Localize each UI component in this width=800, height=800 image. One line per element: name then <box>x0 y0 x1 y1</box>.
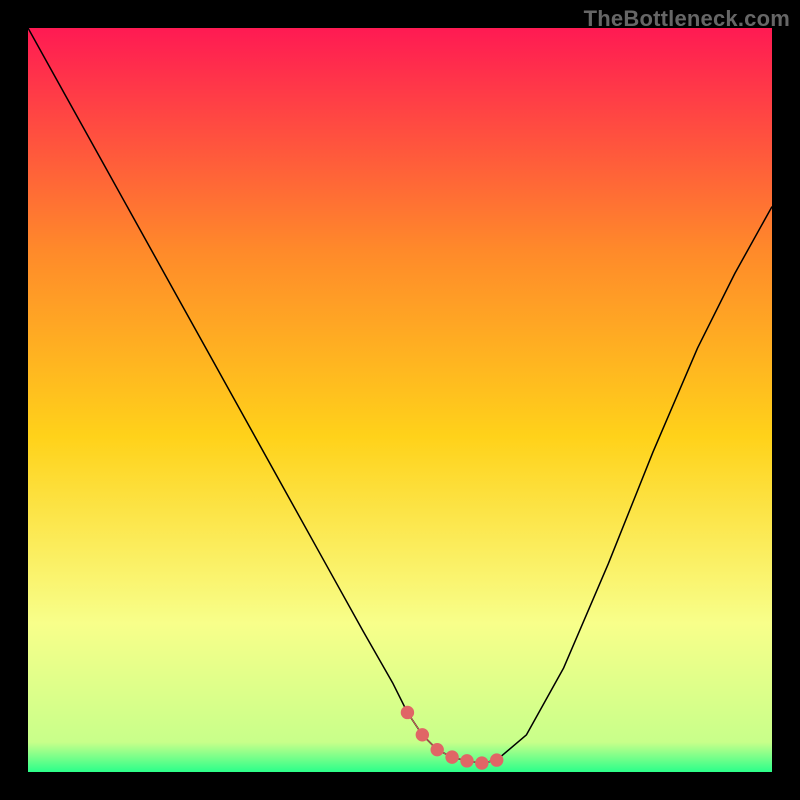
plot-background <box>28 28 772 772</box>
bottleneck-chart <box>28 28 772 772</box>
chart-container: TheBottleneck.com <box>0 0 800 800</box>
